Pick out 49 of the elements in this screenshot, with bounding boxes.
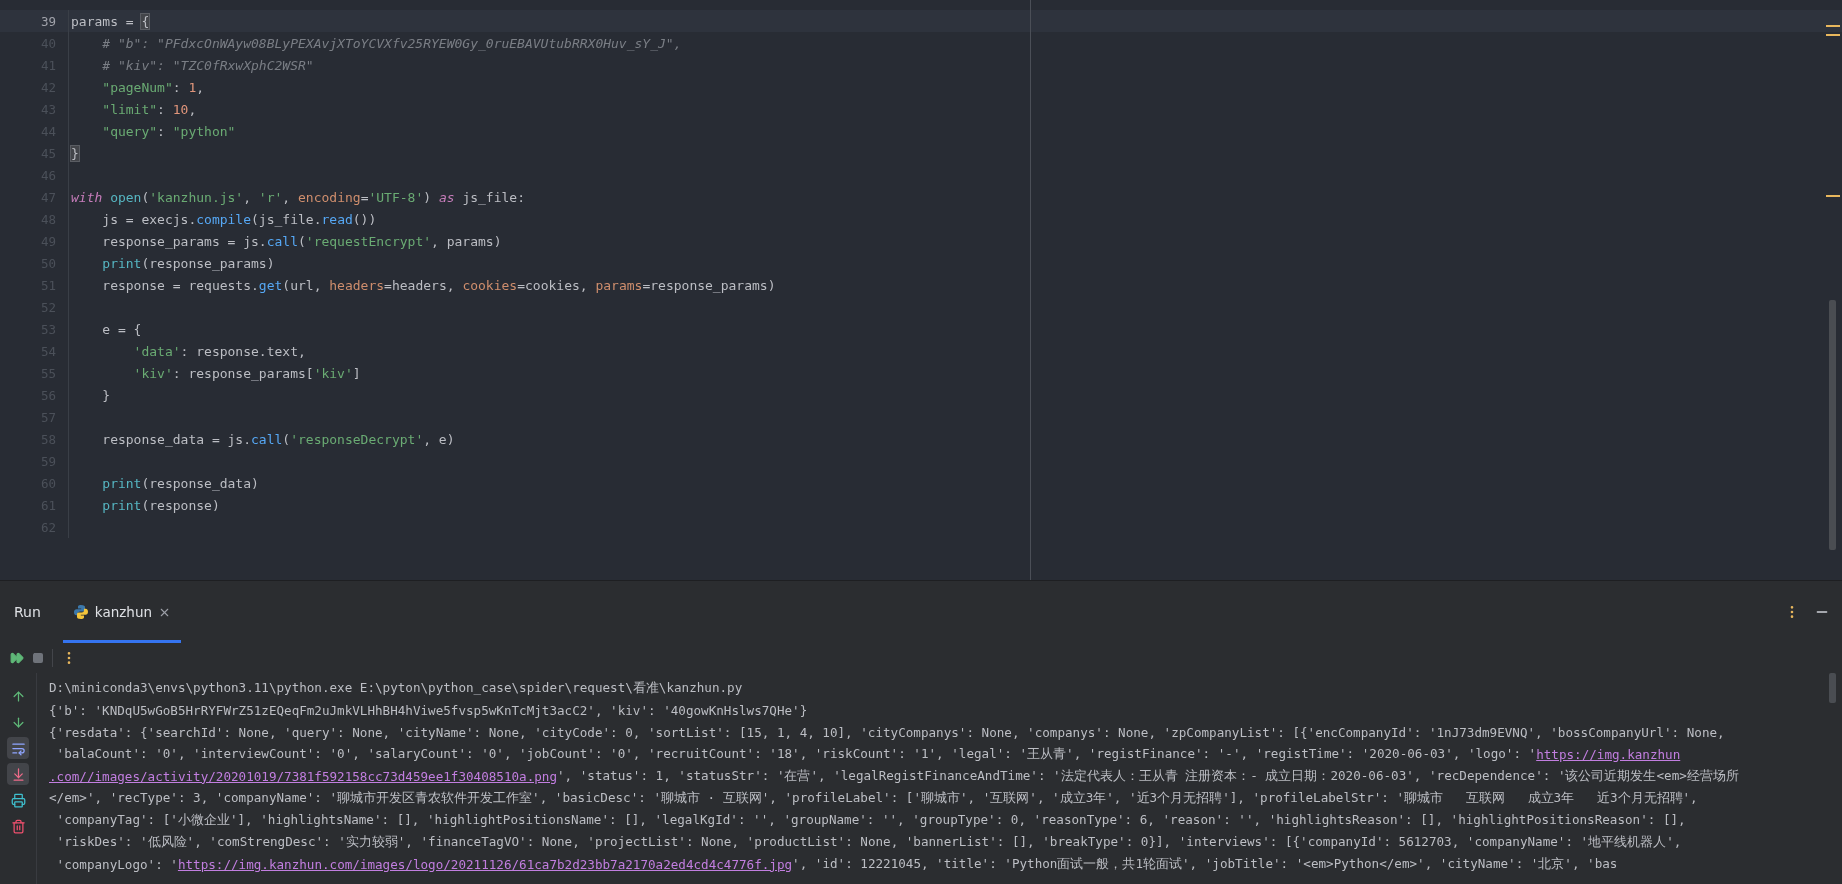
code-line: "pageNum": 1,	[101, 79, 205, 95]
scrollbar-thumb[interactable]	[1829, 673, 1836, 703]
code-line: "query": "python"	[101, 123, 236, 139]
down-arrow-icon	[10, 714, 26, 730]
code-line: response_params = js.call('requestEncrypt', params)	[101, 233, 502, 249]
code-line: # "kiv": "TZC0fRxwXphC2WSR"	[101, 57, 314, 73]
warning-marker[interactable]	[1826, 195, 1840, 197]
code-line: }	[101, 387, 111, 403]
trash-icon	[10, 818, 26, 834]
console-text: 'companyLogo': '	[55, 856, 178, 872]
console-text: 'companyTag': ['小微企业'], 'highlightsName': [], 'highlightPositionsName': [], 'legalKgId': '', 'groupName': '', 'groupType': 0, 'reasonType': 6, 'reason': '', 'highlightsReason': [], 'highlightPositionsReason': [],	[55, 811, 1686, 829]
console-link[interactable]: https://img.kanzhun.com/images/logo/20211126/61ca7b2d23bb7a2170a2ed4cd4c4776f.jpg	[177, 856, 793, 872]
code-line: print(response)	[101, 497, 220, 513]
code-line: # "b": "PFdxcOnWAyw08BLyPEXAvjXToYCVXfv25RYEW0Gy_0ruEBAVUtubRRX0Huv_sY_J",	[101, 35, 682, 51]
warning-marker[interactable]	[1826, 34, 1840, 36]
stop-icon[interactable]	[32, 652, 44, 664]
console-link[interactable]: .com//images/activity/20201019/7381f592158cc73d459ee1f30408510a.png	[49, 768, 557, 784]
console-text: ', 'status': 1, 'statusStr': '在营', 'legalRegistFinanceAndTime': '法定代表人：王从青 注册资本：- 成立日期：2020-06-03', 'recDependence': '该公司近期发生<em>经营场所	[557, 767, 1739, 785]
up-arrow-icon	[10, 688, 26, 704]
line-number: 39	[39, 13, 57, 29]
code-line: with open('kanzhun.js', 'r', encoding='UTF-8') as js_file:	[71, 189, 525, 205]
code-line: print(response_data)	[101, 475, 259, 491]
console-text: D:\miniconda3\envs\python3.11\python.exe E:\pyton\python_case\spider\request\看准\kanzhun.py	[49, 679, 743, 697]
code-line: response = requests.get(url, headers=headers, cookies=cookies, params=response_params)	[101, 277, 776, 293]
console-link[interactable]: https://img.kanzhun	[1536, 746, 1681, 762]
soft-wrap-button[interactable]	[7, 737, 29, 759]
python-icon	[72, 604, 89, 620]
console-text: {'b': 'KNDqU5wGoB5HrRYFWrZ51zEQeqFm2uJmkVLHhBH4hViwe5fvsp5wKnTcMjt3acC2', 'kiv': '40gowKnHslws7QHe'}	[49, 702, 808, 718]
code-line: params = {	[71, 13, 150, 29]
console-text: </em>', 'recType': 3, 'companyName': '聊城市开发区青农软件开发工作室', 'basicDesc': '聊城市 · 互联网', 'profileLabel': ['聊城市', '互联网', '成立3年', '近3个月无招聘'], 'profileLabelStr': '聊城市 互联网 成立3年 近3个月无招聘',	[49, 789, 1698, 807]
code-line: print(response_params)	[101, 255, 275, 271]
scrollbar-thumb[interactable]	[1829, 300, 1836, 550]
console-text: ', 'id': 12221045, 'title': 'Python面试一般，共1轮面试', 'jobTitle': '<em>Python</em>', 'cityName': '北京', 'bas	[792, 855, 1618, 873]
rerun-icon[interactable]	[10, 651, 24, 665]
code-line: e = {	[101, 321, 142, 337]
run-tab[interactable]: kanzhun	[62, 581, 182, 643]
soft-wrap-icon	[10, 740, 26, 756]
panel-title: Run	[14, 604, 41, 620]
code-line: response_data = js.call('responseDecrypt', e)	[101, 431, 455, 447]
console-text: 'balaCount': '0', 'interviewCount': '0', 'salaryCount': '0', 'jobCount': '0', 'recruitCount': '18', 'riskCount': '1', 'legal': '王从青', 'registFinance': '-', 'registTime': '2020-06-03', 'logo': '	[55, 745, 1537, 763]
scroll-to-end-button[interactable]	[7, 763, 29, 785]
code-line: "limit": 10,	[101, 101, 197, 117]
console-text: 'riskDes': '低风险', 'comStrengDesc': '实力较弱', 'financeTagVO': None, 'projectList': None, 'productList': None, 'bannerList': [], 'breakType': 0}], 'interviews': [{'companyId': 5612703, 'companyName': '地平线机器人',	[55, 833, 1682, 851]
code-line: js = execjs.compile(js_file.read())	[101, 211, 377, 227]
warning-marker[interactable]	[1826, 25, 1840, 27]
code-line: 'kiv': response_params['kiv']	[132, 365, 361, 381]
print-icon	[10, 792, 26, 808]
console-text: {'resdata': {'searchId': None, 'query': None, 'cityName': None, 'cityCode': 0, 'sortList': [15, 1, 4, 10], 'cityCompanys': None, 'companys': None, 'zpCompanyList': [{'encCompanyId': '1nJ73dm9EVNQ', 'bossCompanyUrl': None,	[49, 724, 1725, 740]
code-line: 'data': response.text,	[132, 343, 306, 359]
